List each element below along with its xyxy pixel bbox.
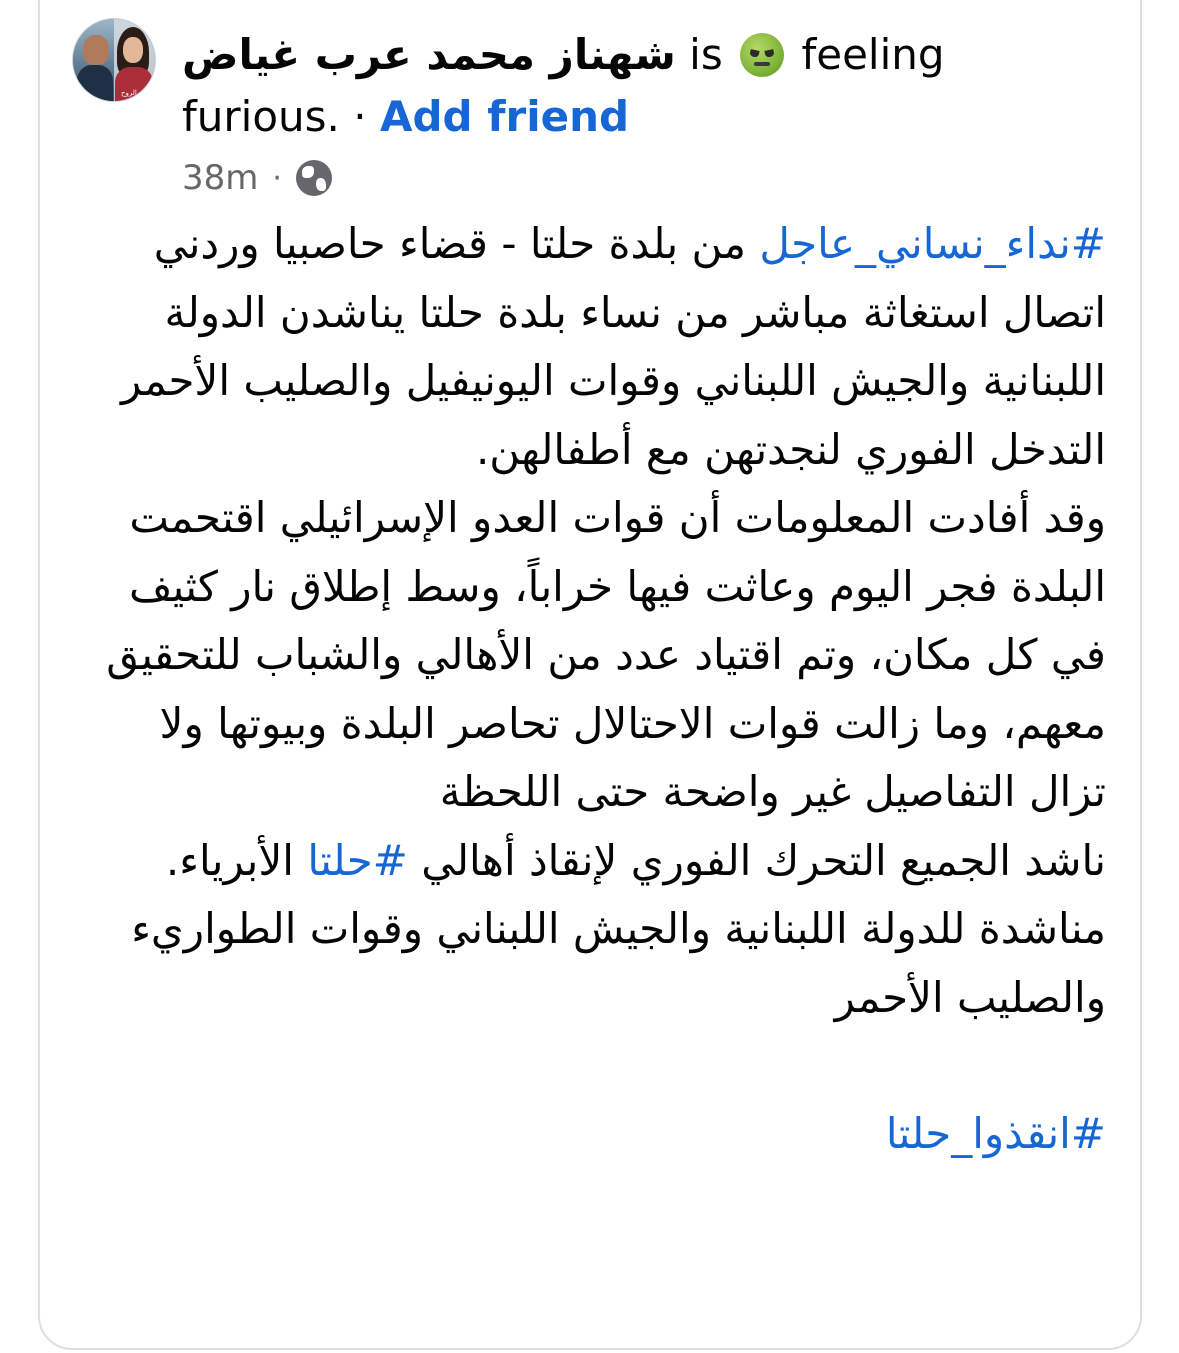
furious-face-icon [740, 33, 785, 77]
hashtag-link[interactable]: #حلتا [307, 836, 408, 885]
post-paragraph-4: مناشدة للدولة اللبنانية والجيش اللبناني … [131, 904, 1106, 1022]
post-meta: 38m · [182, 158, 332, 198]
feeling-text: feeling [801, 30, 945, 79]
hashtag-link[interactable]: #انقذوا_حلتا [886, 1109, 1106, 1158]
post-header: روح الروح شهناز محمد عرب غياض is feeling… [72, 18, 1112, 198]
is-text: is [689, 30, 723, 79]
meta-separator: · [272, 160, 282, 196]
feeling-value: furious. [182, 92, 340, 141]
post-text: الأبرياء. [165, 835, 308, 885]
post-title-line: شهناز محمد عرب غياض is feeling furious. … [182, 24, 1082, 148]
post-text: ناشد الجميع التحرك الفوري لإنقاذ أهالي [407, 835, 1106, 885]
hashtag-link[interactable]: #نداء_نساني_عاجل [759, 219, 1106, 268]
globe-icon[interactable] [295, 160, 332, 196]
post-paragraph-1: #نداء_نساني_عاجل من بلدة حلتا - قضاء حاص… [90, 210, 1106, 484]
post-body: #نداء_نساني_عاجل من بلدة حلتا - قضاء حاص… [90, 210, 1106, 1169]
author-name[interactable]: شهناز محمد عرب غياض [182, 30, 676, 79]
title-separator: · [353, 92, 367, 141]
post-paragraph-3: ناشد الجميع التحرك الفوري لإنقاذ أهالي #… [90, 827, 1106, 896]
avatar-caption: روح الروح [121, 89, 151, 97]
author-avatar[interactable]: روح الروح [72, 18, 156, 102]
post-paragraph-5: #انقذوا_حلتا [90, 1100, 1106, 1169]
post-paragraph-2: وقد أفادت المعلومات أن قوات العدو الإسرا… [106, 493, 1106, 816]
add-friend-button[interactable]: Add friend [380, 92, 629, 141]
post-timestamp[interactable]: 38m [182, 158, 258, 198]
